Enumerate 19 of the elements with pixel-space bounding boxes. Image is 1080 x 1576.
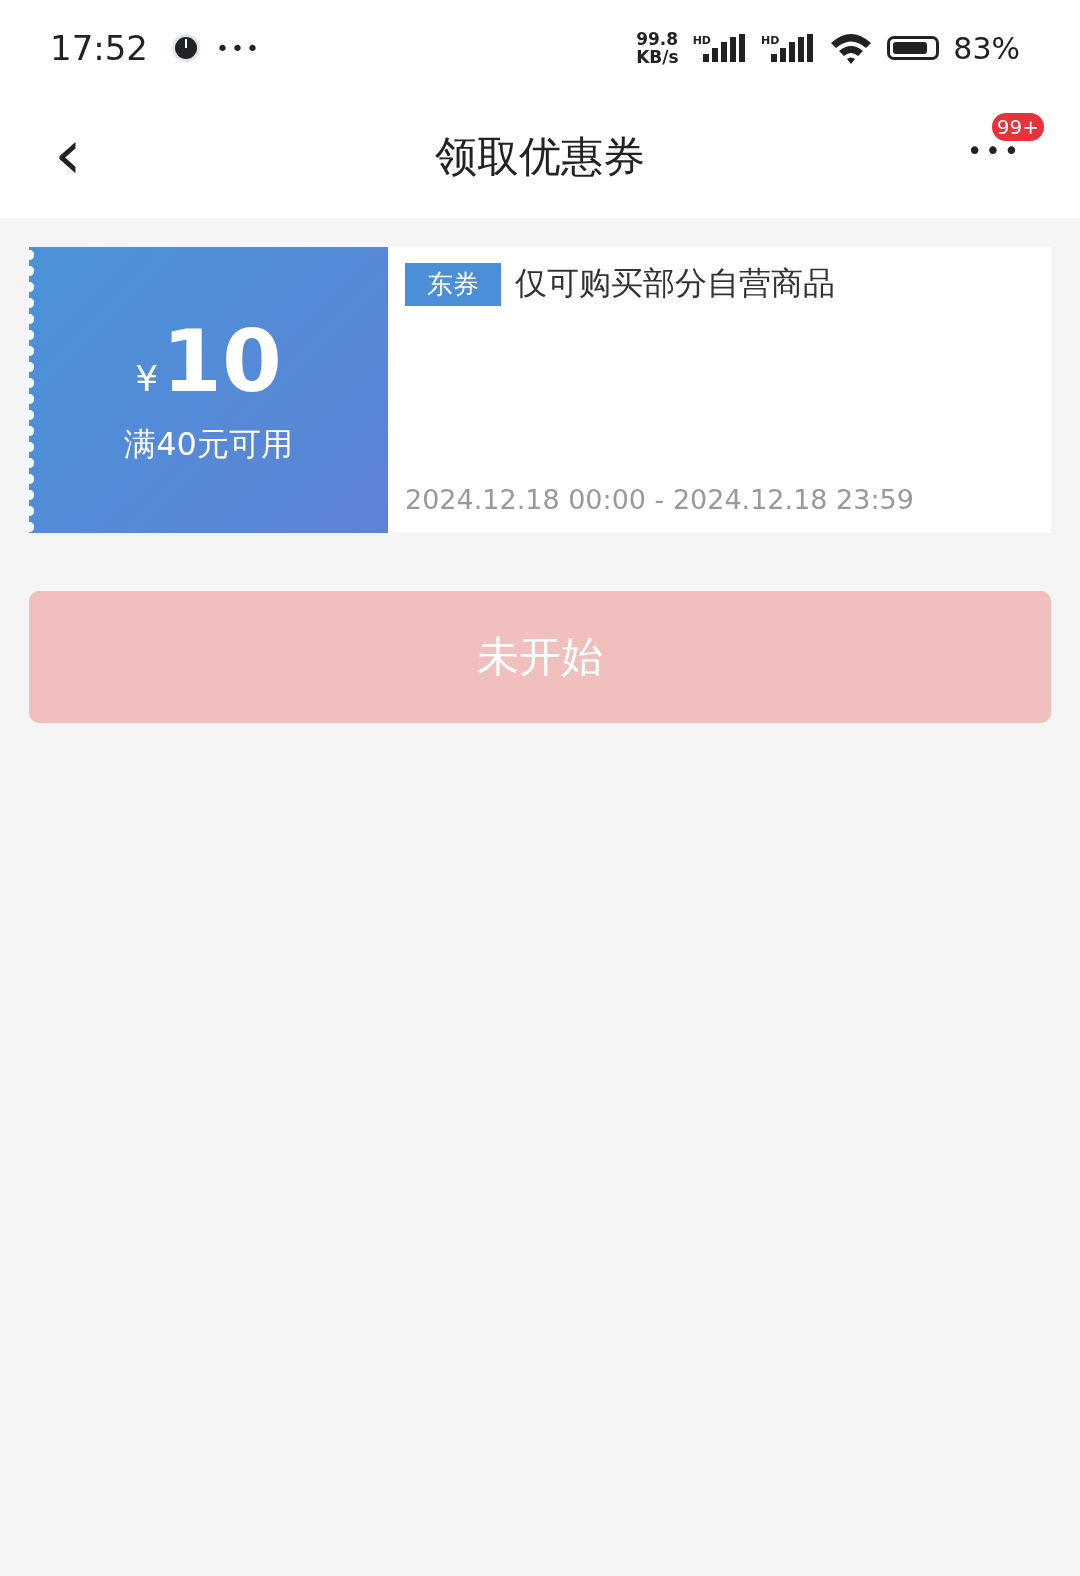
- clock-icon: [170, 32, 202, 64]
- wifi-icon: [829, 31, 874, 65]
- net-speed-unit: KB/s: [636, 48, 679, 66]
- page-title: 领取优惠券: [435, 131, 645, 183]
- coupon-tag: 东券: [405, 262, 501, 306]
- back-button[interactable]: ‹: [44, 114, 92, 194]
- more-notifications-text: •••: [216, 35, 261, 61]
- coupon-validity: 2024.12.18 00:00 - 2024.12.18 23:59: [405, 484, 915, 515]
- net-speed-value: 99.8: [636, 30, 679, 48]
- notification-badge: 99+: [991, 113, 1044, 141]
- currency-symbol: ¥: [135, 358, 159, 399]
- battery-percent: 83%: [953, 30, 1020, 66]
- coupon-condition: 满40元可用: [124, 424, 293, 465]
- network-type-label: HD: [760, 34, 780, 47]
- battery-icon: [887, 36, 940, 60]
- status-time: 17:52: [50, 28, 148, 68]
- network-type-label: HD: [692, 34, 711, 47]
- coupon-description: 仅可购买部分自营商品: [515, 263, 835, 304]
- coupon-amount: 10: [162, 313, 282, 409]
